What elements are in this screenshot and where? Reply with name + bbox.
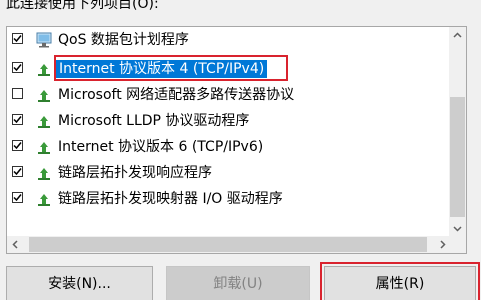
list-item-label: Microsoft LLDP 协议驱动程序 (58, 113, 250, 129)
list-item-lltd-responder[interactable]: 链路层拓扑发现响应程序 (7, 160, 451, 186)
vertical-scroll-thumb[interactable] (450, 97, 465, 217)
horizontal-scroll-thumb[interactable] (29, 237, 427, 252)
network-protocol-icon (35, 164, 53, 182)
network-items-panel: 此连接使用下列项目(O): QoS 数据包计划程序 Internet 协议版本 … (0, 0, 481, 300)
list-item-label: Internet 协议版本 6 (TCP/IPv6) (58, 139, 264, 155)
network-protocol-icon (35, 112, 53, 130)
scroll-up-arrow-icon[interactable] (449, 27, 466, 44)
scrollbar-corner (449, 236, 466, 253)
list-item-label: Internet 协议版本 4 (TCP/IPv4) (56, 60, 268, 78)
properties-button[interactable]: 属性(R) (324, 266, 476, 300)
list-item-ipv4[interactable]: Internet 协议版本 4 (TCP/IPv4) (7, 56, 451, 82)
scroll-left-arrow-icon[interactable] (7, 236, 24, 253)
network-protocol-icon (35, 86, 53, 104)
list-item-lltd-mapper[interactable]: 链路层拓扑发现映射器 I/O 驱动程序 (7, 186, 451, 212)
install-button[interactable]: 安装(N)... (6, 266, 153, 300)
horizontal-scrollbar[interactable] (7, 236, 451, 253)
components-listbox[interactable]: QoS 数据包计划程序 Internet 协议版本 4 (TCP/IPv4) M… (6, 26, 467, 254)
scroll-down-arrow-icon[interactable] (449, 220, 466, 237)
list-item-label: Microsoft 网络适配器多路传送器协议 (58, 87, 295, 103)
network-protocol-icon (35, 60, 53, 78)
network-protocol-icon (35, 138, 53, 156)
list-item-label: QoS 数据包计划程序 (58, 32, 189, 48)
list-item-ipv6[interactable]: Internet 协议版本 6 (TCP/IPv6) (7, 134, 451, 160)
list-item-qos[interactable]: QoS 数据包计划程序 (7, 27, 451, 53)
checkbox[interactable] (12, 114, 23, 125)
checkbox[interactable] (12, 192, 23, 203)
list-item-lldp[interactable]: Microsoft LLDP 协议驱动程序 (7, 108, 451, 134)
checkbox[interactable] (12, 140, 23, 151)
checkbox[interactable] (12, 166, 23, 177)
items-heading: 此连接使用下列项目(O): (6, 0, 159, 12)
components-rows: QoS 数据包计划程序 Internet 协议版本 4 (TCP/IPv4) M… (7, 27, 451, 237)
checkbox[interactable] (12, 33, 23, 44)
uninstall-button[interactable]: 卸载(U) (166, 266, 310, 300)
list-item-label: 链路层拓扑发现响应程序 (58, 165, 212, 181)
vertical-scrollbar[interactable] (449, 27, 466, 237)
list-item-multiplexor[interactable]: Microsoft 网络适配器多路传送器协议 (7, 82, 451, 108)
list-item-label: 链路层拓扑发现映射器 I/O 驱动程序 (58, 191, 283, 207)
checkbox[interactable] (12, 88, 23, 99)
qos-scheduler-icon (35, 31, 53, 49)
checkbox[interactable] (12, 62, 23, 73)
network-protocol-icon (35, 190, 53, 208)
